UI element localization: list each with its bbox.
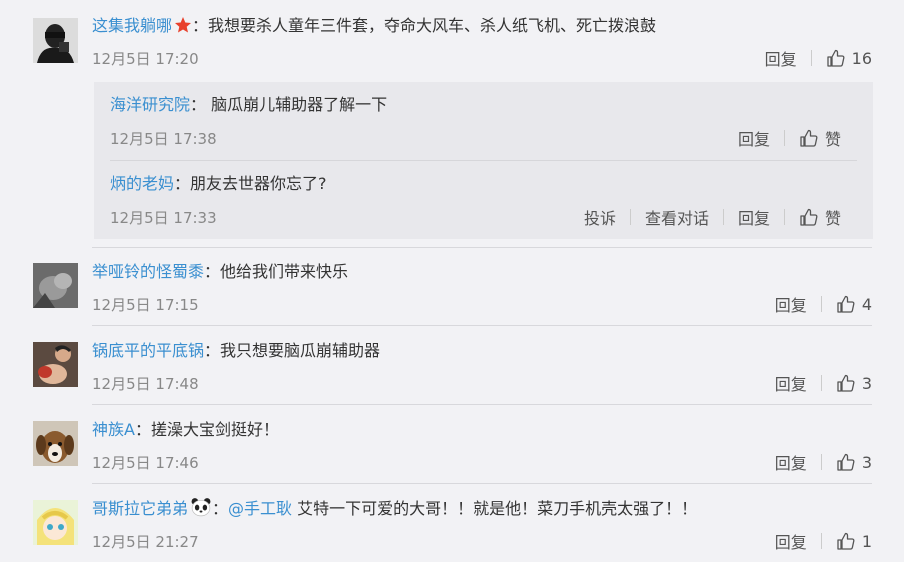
comment-actions: 回复 1 xyxy=(775,529,872,553)
comment-actions: 回复 4 xyxy=(775,292,872,316)
comment-divider xyxy=(92,247,872,248)
divider xyxy=(820,296,822,312)
like-button[interactable]: 赞 xyxy=(799,205,841,229)
comment-item: 哥斯拉它弟弟 ：@手工耿 艾特一下可爱的大哥！！就是他！菜刀手机壳太强了！！ 12… xyxy=(0,485,904,562)
comment-time: 12月5日 17:46 xyxy=(92,454,199,472)
avatar[interactable] xyxy=(33,18,78,63)
comment-text-line: 哥斯拉它弟弟 ：@手工耿 艾特一下可爱的大哥！！就是他！菜刀手机壳太强了！！ xyxy=(92,497,697,521)
username-link[interactable]: 这集我躺哪 xyxy=(92,16,172,35)
reply-button[interactable]: 回复 xyxy=(738,205,770,229)
divider xyxy=(820,375,822,391)
divider xyxy=(820,533,822,549)
thumbs-up-icon xyxy=(836,452,856,472)
thumbs-up-icon xyxy=(836,373,856,393)
reply-button[interactable]: 回复 xyxy=(775,371,807,395)
like-button[interactable]: 16 xyxy=(826,48,872,68)
comment-text-line: 这集我躺哪 ：我想要杀人童年三件套，夺命大风车、杀人纸飞机、死亡拨浪鼓 xyxy=(92,14,656,38)
comment-text-line: 锅底平的平底锅：我只想要脑瓜崩辅助器 xyxy=(92,339,380,363)
divider xyxy=(783,209,785,225)
comment-actions: 回复 3 xyxy=(775,450,872,474)
panda-emoji-icon xyxy=(191,498,211,517)
like-count: 1 xyxy=(861,531,872,551)
avatar[interactable] xyxy=(33,500,78,545)
reply-item: 炳的老妈：朋友去世器你忘了? 12月5日 17:33 投诉 查看对话 回复 赞 xyxy=(110,161,857,239)
comment-item: 锅底平的平底锅：我只想要脑瓜崩辅助器 12月5日 17:48 回复 3 xyxy=(0,327,904,405)
like-count: 4 xyxy=(861,294,872,314)
comment-text: ：他给我们带来快乐 xyxy=(204,262,349,281)
reply-item: 海洋研究院： 脑瓜崩儿辅助器了解一下 12月5日 17:38 回复 赞 xyxy=(110,82,857,160)
like-button[interactable]: 3 xyxy=(836,452,872,472)
reply-button[interactable]: 回复 xyxy=(738,126,770,150)
like-count: 3 xyxy=(861,373,872,393)
comment-text-line: 举哑铃的怪蜀黍：他给我们带来快乐 xyxy=(92,260,348,284)
comment-item: 这集我躺哪 ：我想要杀人童年三件套，夺命大风车、杀人纸飞机、死亡拨浪鼓 12月5日… xyxy=(0,0,904,82)
divider xyxy=(810,50,812,66)
reply-button[interactable]: 回复 xyxy=(775,529,807,553)
like-button[interactable]: 4 xyxy=(836,294,872,314)
view-conversation-button[interactable]: 查看对话 xyxy=(645,205,709,229)
like-label: 赞 xyxy=(824,209,841,228)
thumbs-up-icon xyxy=(836,294,856,314)
comment-text: ：搓澡大宝剑挺好！ xyxy=(134,420,279,439)
divider xyxy=(629,209,631,225)
comment-time: 12月5日 17:48 xyxy=(92,375,199,393)
comment-time: 12月5日 17:20 xyxy=(92,50,199,68)
username-link[interactable]: 海洋研究院 xyxy=(110,95,190,114)
like-button[interactable]: 3 xyxy=(836,373,872,393)
comment-text: ：我想要杀人童年三件套，夺命大风车、杀人纸飞机、死亡拨浪鼓 xyxy=(192,16,657,35)
avatar[interactable] xyxy=(33,263,78,308)
thumbs-up-icon xyxy=(836,531,856,551)
comment-actions: 回复 16 xyxy=(765,46,872,70)
reply-time: 12月5日 17:38 xyxy=(110,130,217,148)
colon: ： xyxy=(212,499,229,518)
username-link[interactable]: 锅底平的平底锅 xyxy=(92,341,204,360)
thumbs-up-icon xyxy=(799,207,819,227)
comment-actions: 回复 3 xyxy=(775,371,872,395)
comment-divider xyxy=(92,325,872,326)
username-link[interactable]: 神族A xyxy=(92,420,135,439)
thumbs-up-icon xyxy=(799,128,819,148)
like-button[interactable]: 1 xyxy=(836,531,872,551)
reply-button[interactable]: 回复 xyxy=(775,292,807,316)
divider xyxy=(783,130,785,146)
divider xyxy=(820,454,822,470)
reply-actions: 回复 赞 xyxy=(738,126,841,150)
divider xyxy=(722,209,724,225)
like-count: 16 xyxy=(851,48,872,68)
avatar[interactable] xyxy=(33,421,78,466)
comment-text: ：我只想要脑瓜崩辅助器 xyxy=(204,341,381,360)
comment-item: 举哑铃的怪蜀黍：他给我们带来快乐 12月5日 17:15 回复 4 xyxy=(0,248,904,326)
comment-text-line: 神族A：搓澡大宝剑挺好！ xyxy=(92,418,279,442)
reply-button[interactable]: 回复 xyxy=(765,46,797,70)
comment-divider xyxy=(92,483,872,484)
reply-actions: 投诉 查看对话 回复 赞 xyxy=(584,205,841,229)
username-link[interactable]: 举哑铃的怪蜀黍 xyxy=(92,262,204,281)
reply-text-line: 海洋研究院： 脑瓜崩儿辅助器了解一下 xyxy=(110,93,387,117)
like-button[interactable]: 赞 xyxy=(799,126,841,150)
avatar[interactable] xyxy=(33,342,78,387)
username-link[interactable]: 炳的老妈 xyxy=(110,174,174,193)
reply-text: ：朋友去世器你忘了? xyxy=(174,174,327,193)
comment-text: 艾特一下可爱的大哥！！就是他！菜刀手机壳太强了！！ xyxy=(292,499,698,518)
like-label: 赞 xyxy=(824,130,841,149)
comment-divider xyxy=(92,404,872,405)
reply-time: 12月5日 17:33 xyxy=(110,209,217,227)
like-count: 3 xyxy=(861,452,872,472)
mention-link[interactable]: @手工耿 xyxy=(228,499,292,518)
reply-button[interactable]: 回复 xyxy=(775,450,807,474)
reply-text: ： 脑瓜崩儿辅助器了解一下 xyxy=(190,95,388,114)
reply-text-line: 炳的老妈：朋友去世器你忘了? xyxy=(110,172,327,196)
thumbs-up-icon xyxy=(826,48,846,68)
username-link[interactable]: 哥斯拉它弟弟 xyxy=(92,499,188,518)
star-badge-icon xyxy=(175,17,192,33)
report-button[interactable]: 投诉 xyxy=(584,205,616,229)
reply-list: 海洋研究院： 脑瓜崩儿辅助器了解一下 12月5日 17:38 回复 赞 炳的老妈… xyxy=(94,82,873,239)
comment-time: 12月5日 21:27 xyxy=(92,533,199,551)
comment-item: 神族A：搓澡大宝剑挺好！ 12月5日 17:46 回复 3 xyxy=(0,406,904,484)
comment-time: 12月5日 17:15 xyxy=(92,296,199,314)
